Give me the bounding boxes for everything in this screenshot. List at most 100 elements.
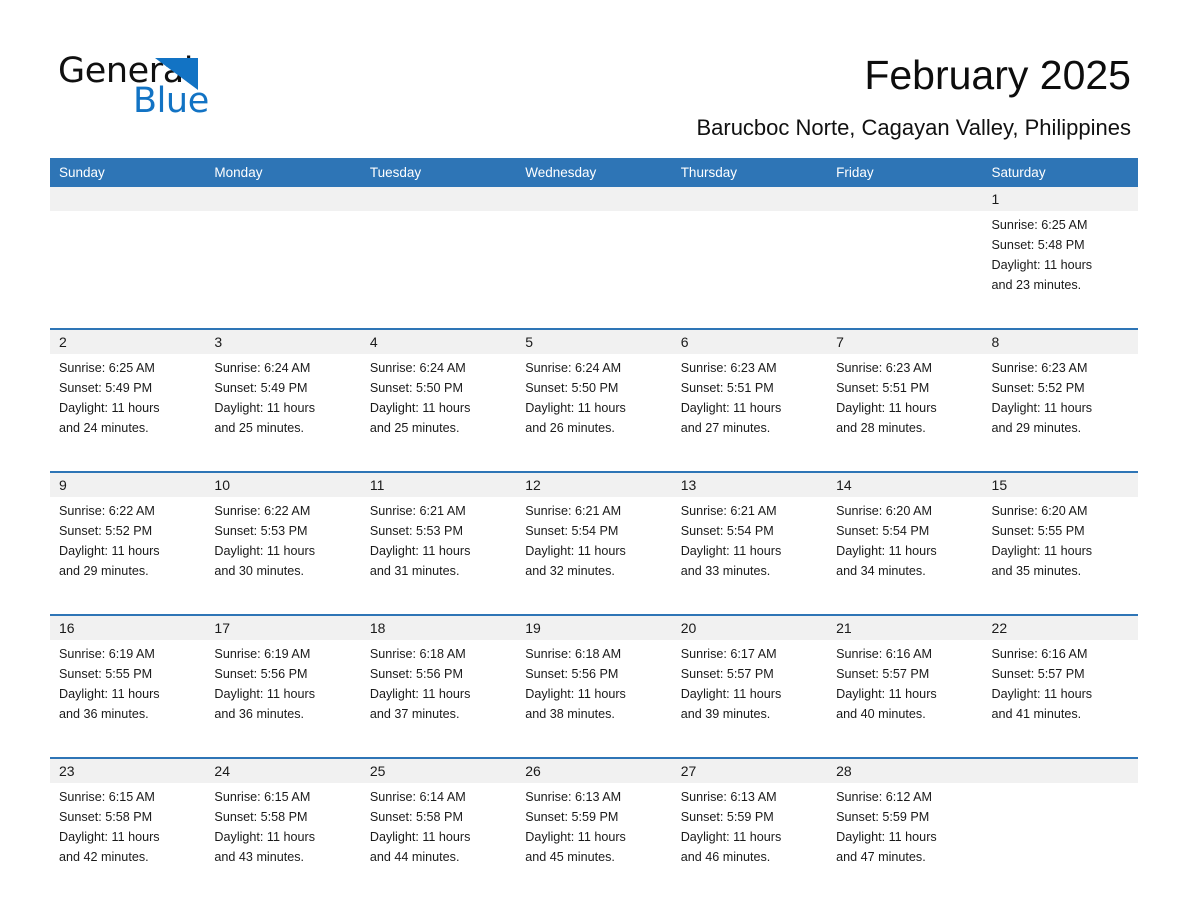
sunset-time: Sunset: 5:55 PM — [59, 667, 153, 681]
calendar-day-cell[interactable]: 4 Sunrise: 6:24 AM Sunset: 5:50 PM Daylight… — [360, 330, 517, 465]
calendar-day-cell[interactable]: 15 Sunrise: 6:20 AM Sunset: 5:55 PM Dayligh… — [982, 473, 1138, 608]
sunset-time: Sunset: 5:58 PM — [214, 810, 308, 824]
sunset-time: Sunset: 5:58 PM — [369, 810, 463, 824]
calendar-grid: Sunday Monday Tuesday Wednesday Thursday… — [50, 158, 1138, 894]
day-details: Sunrise: 6:13 AM Sunset: 5:59 PM Daylight:… — [671, 783, 828, 894]
sunrise-time: Sunrise: 6:13 AM — [680, 790, 777, 804]
calendar-day-cell[interactable]: 12 Sunrise: 6:21 AM Sunset: 5:54 PM Dayligh… — [516, 473, 672, 608]
calendar-day-cell[interactable]: 6 Sunrise: 6:23 AM Sunset: 5:51 PM Daylight… — [671, 330, 828, 465]
day-number: 25 — [360, 759, 517, 783]
day-details: Sunrise: 6:22 AM Sunset: 5:53 PM Daylight:… — [205, 497, 361, 608]
daylight-duration-line1: Daylight: 11 hours — [680, 687, 782, 701]
daylight-duration-line1: Daylight: 11 hours — [680, 401, 782, 415]
daylight-duration-line1: Daylight: 11 hours — [369, 687, 471, 701]
sunrise-time: Sunrise: 6:22 AM — [59, 504, 155, 518]
day-details: Sunrise: 6:23 AM Sunset: 5:51 PM Daylight:… — [827, 354, 983, 465]
sunrise-time: Sunrise: 6:19 AM — [214, 647, 311, 661]
day-number: 10 — [205, 473, 361, 497]
day-details: Sunrise: 6:21 AM Sunset: 5:53 PM Daylight:… — [360, 497, 517, 608]
sunrise-time: Sunrise: 6:18 AM — [525, 647, 622, 661]
day-number: 27 — [671, 759, 828, 783]
calendar-day-cell[interactable]: 25 Sunrise: 6:14 AM Sunset: 5:58 PM Dayligh… — [360, 759, 517, 894]
calendar-day-cell[interactable]: 3 Sunrise: 6:24 AM Sunset: 5:49 PM Daylight… — [205, 330, 361, 465]
daylight-duration-line2: and 41 minutes. — [991, 707, 1082, 721]
calendar-day-cell[interactable]: 7 Sunrise: 6:23 AM Sunset: 5:51 PM Daylight… — [827, 330, 983, 465]
calendar-day-cell[interactable]: 9 Sunrise: 6:22 AM Sunset: 5:52 PM Daylight… — [50, 473, 206, 608]
calendar-day-cell[interactable]: 27 Sunrise: 6:13 AM Sunset: 5:59 PM Dayligh… — [671, 759, 828, 894]
day-number: 2 — [50, 330, 206, 354]
calendar-day-cell[interactable]: 19 Sunrise: 6:18 AM Sunset: 5:56 PM Dayligh… — [516, 616, 672, 751]
day-number — [205, 187, 361, 211]
day-number: 20 — [671, 616, 828, 640]
daylight-duration-line1: Daylight: 11 hours — [59, 687, 160, 701]
logo-text-blue: Blue — [133, 81, 209, 121]
daylight-duration-line1: Daylight: 11 hours — [991, 401, 1093, 415]
daylight-duration-line2: and 23 minutes. — [991, 278, 1082, 292]
daylight-duration-line1: Daylight: 11 hours — [369, 401, 471, 415]
calendar-day-cell[interactable]: 21 Sunrise: 6:16 AM Sunset: 5:57 PM Dayligh… — [827, 616, 983, 751]
generalblue-logo[interactable]: General Blue — [58, 52, 298, 124]
calendar-day-cell[interactable]: 22 Sunrise: 6:16 AM Sunset: 5:57 PM Dayligh… — [982, 616, 1138, 751]
calendar-day-cell[interactable]: 26 Sunrise: 6:13 AM Sunset: 5:59 PM Dayligh… — [516, 759, 672, 894]
day-details: Sunrise: 6:13 AM Sunset: 5:59 PM Daylight:… — [516, 783, 672, 894]
calendar-day-cell-empty — [360, 187, 517, 322]
daylight-duration-line1: Daylight: 11 hours — [525, 401, 626, 415]
calendar-day-cell[interactable]: 16 Sunrise: 6:19 AM Sunset: 5:55 PM Dayligh… — [50, 616, 206, 751]
daylight-duration-line2: and 42 minutes. — [59, 850, 149, 864]
sunrise-time: Sunrise: 6:13 AM — [525, 790, 622, 804]
daylight-duration-line2: and 44 minutes. — [369, 850, 460, 864]
weekday-header-thursday: Thursday — [680, 165, 737, 180]
day-details: Sunrise: 6:21 AM Sunset: 5:54 PM Daylight:… — [516, 497, 672, 608]
calendar-day-cell[interactable]: 23 Sunrise: 6:15 AM Sunset: 5:58 PM Dayligh… — [50, 759, 206, 894]
day-number — [360, 187, 517, 211]
sunset-time: Sunset: 5:51 PM — [836, 381, 930, 395]
day-details — [205, 211, 361, 322]
calendar-day-cell[interactable]: 2 Sunrise: 6:25 AM Sunset: 5:49 PM Daylight… — [50, 330, 206, 465]
daylight-duration-line1: Daylight: 11 hours — [525, 687, 626, 701]
calendar-day-cell[interactable]: 1 Sunrise: 6:25 AM Sunset: 5:48 PM Daylight… — [982, 187, 1138, 322]
daylight-duration-line2: and 29 minutes. — [991, 421, 1082, 435]
day-number: 11 — [360, 473, 517, 497]
sunset-time: Sunset: 5:59 PM — [836, 810, 930, 824]
calendar-day-cell[interactable]: 13 Sunrise: 6:21 AM Sunset: 5:54 PM Dayligh… — [671, 473, 828, 608]
daylight-duration-line1: Daylight: 11 hours — [680, 830, 782, 844]
calendar-day-cell-empty — [671, 187, 828, 322]
day-details: Sunrise: 6:23 AM Sunset: 5:52 PM Daylight:… — [982, 354, 1138, 465]
sunset-time: Sunset: 5:48 PM — [991, 238, 1085, 252]
calendar-day-cell[interactable]: 17 Sunrise: 6:19 AM Sunset: 5:56 PM Dayligh… — [205, 616, 361, 751]
sunrise-time: Sunrise: 6:22 AM — [214, 504, 311, 518]
calendar-day-cell[interactable]: 28 Sunrise: 6:12 AM Sunset: 5:59 PM Dayligh… — [827, 759, 983, 894]
daylight-duration-line2: and 24 minutes. — [59, 421, 149, 435]
daylight-duration-line2: and 34 minutes. — [836, 564, 926, 578]
day-number — [982, 759, 1138, 783]
sunset-time: Sunset: 5:57 PM — [680, 667, 774, 681]
calendar-day-cell[interactable]: 11 Sunrise: 6:21 AM Sunset: 5:53 PM Dayligh… — [360, 473, 517, 608]
sunrise-time: Sunrise: 6:17 AM — [680, 647, 777, 661]
daylight-duration-line2: and 32 minutes. — [525, 564, 615, 578]
calendar-day-cell[interactable]: 5 Sunrise: 6:24 AM Sunset: 5:50 PM Daylight… — [516, 330, 672, 465]
sunrise-time: Sunrise: 6:24 AM — [369, 361, 466, 375]
daylight-duration-line1: Daylight: 11 hours — [991, 687, 1093, 701]
sunrise-time: Sunrise: 6:16 AM — [836, 647, 933, 661]
calendar-day-cell[interactable]: 14 Sunrise: 6:20 AM Sunset: 5:54 PM Dayligh… — [827, 473, 983, 608]
calendar-day-cell[interactable]: 20 Sunrise: 6:17 AM Sunset: 5:57 PM Dayligh… — [671, 616, 828, 751]
day-details: Sunrise: 6:25 AM Sunset: 5:49 PM Daylight:… — [50, 354, 206, 465]
calendar-day-cell[interactable]: 18 Sunrise: 6:18 AM Sunset: 5:56 PM Dayligh… — [360, 616, 517, 751]
calendar-day-cell[interactable]: 24 Sunrise: 6:15 AM Sunset: 5:58 PM Dayligh… — [205, 759, 361, 894]
calendar-day-cell[interactable]: 8 Sunrise: 6:23 AM Sunset: 5:52 PM Daylight… — [982, 330, 1138, 465]
daylight-duration-line1: Daylight: 11 hours — [59, 544, 160, 558]
weekday-header-friday: Friday — [836, 165, 874, 180]
calendar-week-row: 23 Sunrise: 6:15 AM Sunset: 5:58 PM Dayligh… — [50, 757, 1138, 894]
day-number: 16 — [50, 616, 206, 640]
calendar-week-cells: 1 Sunrise: 6:25 AM Sunset: 5:48 PM Daylight… — [50, 187, 1138, 322]
daylight-duration-line1: Daylight: 11 hours — [369, 830, 471, 844]
day-number: 4 — [360, 330, 517, 354]
day-details — [360, 211, 517, 322]
day-details: Sunrise: 6:23 AM Sunset: 5:51 PM Daylight:… — [671, 354, 828, 465]
day-number: 14 — [827, 473, 983, 497]
day-number: 1 — [982, 187, 1138, 211]
daylight-duration-line2: and 36 minutes. — [214, 707, 305, 721]
day-details: Sunrise: 6:19 AM Sunset: 5:55 PM Daylight:… — [50, 640, 206, 751]
sunrise-time: Sunrise: 6:19 AM — [59, 647, 155, 661]
calendar-day-cell[interactable]: 10 Sunrise: 6:22 AM Sunset: 5:53 PM Dayligh… — [205, 473, 361, 608]
